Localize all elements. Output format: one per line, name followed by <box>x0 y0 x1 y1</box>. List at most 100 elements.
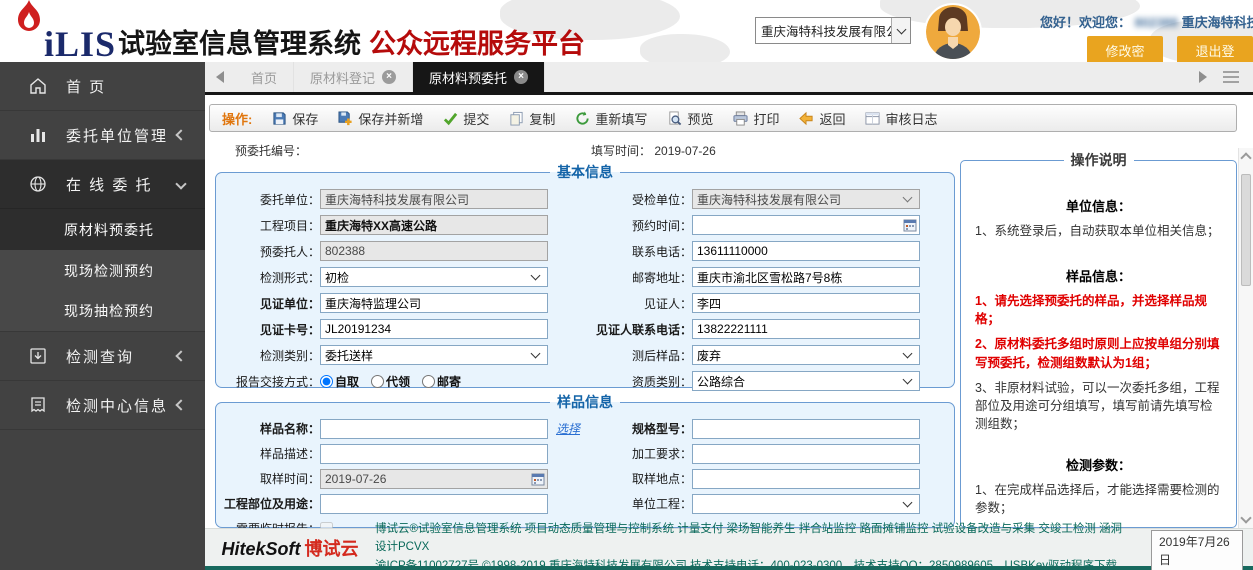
chevron-left-icon <box>175 350 186 361</box>
masked-username: 802388 <box>1135 15 1178 30</box>
logo-text-en: HitekSoft <box>221 539 300 559</box>
close-icon[interactable]: × <box>514 70 528 84</box>
qualification-select[interactable]: 公路综合 <box>692 371 920 391</box>
instruction-item: 2、原材料委托多组时原则上应按单组分别填写预委托，检测组数默认为1组； <box>975 335 1222 371</box>
chevron-down-icon <box>903 349 913 359</box>
sidebar-item-test-center-info[interactable]: 检测中心信息 <box>0 381 205 430</box>
instruction-item: 1、请先选择预委托的样品，并选择样品规格； <box>975 292 1222 328</box>
witness-card-label: 见证卡号： <box>224 321 320 338</box>
logout-button[interactable]: 退出登录 <box>1177 36 1253 62</box>
select-value: 初检 <box>325 269 349 286</box>
date-box: 2019年7月26日 星期五 <box>1151 530 1243 570</box>
tabs-scroll-right-button[interactable] <box>1199 71 1207 83</box>
avatar-image <box>926 5 980 59</box>
radio-self-pickup[interactable]: 自取 <box>320 373 359 390</box>
after-sample-select[interactable]: 废弃 <box>692 345 920 365</box>
sidebar-item-online-commission[interactable]: 在 线 委 托 <box>0 160 205 209</box>
sample-info-section: 样品信息 样品名称： 选择 规格型号： 样品描述： 加工要求： 取样时间： 取样… <box>215 392 955 528</box>
sidebar-item-test-query[interactable]: 检测查询 <box>0 332 205 381</box>
client-unit-field <box>320 189 548 209</box>
contact-phone-field[interactable] <box>692 241 920 261</box>
witness-phone-field[interactable] <box>692 319 920 339</box>
sidebar-item-onsite-test-booking[interactable]: 现场检测预约 <box>0 250 205 291</box>
audit-log-button[interactable]: 审核日志 <box>865 109 937 128</box>
rewrite-button[interactable]: 重新填写 <box>575 109 647 128</box>
copy-button[interactable]: 复制 <box>509 109 555 128</box>
sample-desc-field[interactable] <box>320 444 548 464</box>
tabs-scroll-left-button[interactable] <box>205 62 235 92</box>
footer-line1: 博试云®试验室信息管理系统 项目动态质量管理与控制系统 计量支付 梁场智能养生 … <box>375 520 1133 557</box>
mail-address-field[interactable] <box>692 267 920 287</box>
radio-proxy-pickup[interactable]: 代领 <box>371 373 410 390</box>
button-label: 预览 <box>687 109 713 128</box>
footer: HitekSoft博试云 博试云®试验室信息管理系统 项目动态质量管理与控制系统… <box>205 528 1253 566</box>
witness-card-field[interactable] <box>320 319 548 339</box>
spec-model-field[interactable] <box>692 419 920 439</box>
sidebar-item-label: 在 线 委 托 <box>66 174 153 195</box>
sidebar-item-home[interactable]: 首 页 <box>0 62 205 111</box>
greeting-prefix: 您好！欢迎您： <box>1040 15 1131 30</box>
sidebar-item-onsite-sampling-booking[interactable]: 现场抽检预约 <box>0 291 205 332</box>
back-button[interactable]: 返回 <box>799 109 845 128</box>
sidebar-item-client-unit-mgmt[interactable]: 委托单位管理 <box>0 111 205 160</box>
process-req-field[interactable] <box>692 444 920 464</box>
avatar[interactable] <box>924 3 982 61</box>
calendar-icon[interactable] <box>903 218 917 232</box>
document-icon <box>28 395 48 415</box>
unit-project-select[interactable] <box>692 494 920 514</box>
radio-mail[interactable]: 邮寄 <box>422 373 461 390</box>
witness-field[interactable] <box>692 293 920 313</box>
back-arrow-icon <box>799 111 814 126</box>
test-form-select[interactable]: 初检 <box>320 267 548 287</box>
radio-input[interactable] <box>371 375 384 388</box>
tab-home[interactable]: 首页 <box>235 62 294 92</box>
close-icon[interactable]: × <box>382 70 396 84</box>
sidebar-item-label: 检测中心信息 <box>66 395 168 416</box>
sidebar-item-label: 首 页 <box>66 76 106 97</box>
sample-choose-link[interactable]: 选择 <box>556 420 580 437</box>
org-select[interactable]: 重庆海特科技发展有限公司 <box>755 17 911 44</box>
spec-model-label: 规格型号： <box>580 420 692 437</box>
save-and-new-button[interactable]: 保存并新增 <box>338 109 423 128</box>
appoint-time-field[interactable] <box>692 215 920 235</box>
print-button[interactable]: 打印 <box>733 109 779 128</box>
sidebar-item-label: 检测查询 <box>66 346 134 367</box>
basic-info-legend: 基本信息 <box>550 162 620 182</box>
preview-button[interactable]: 预览 <box>667 109 713 128</box>
test-form-label: 检测形式： <box>224 269 320 286</box>
chevron-down-icon <box>175 178 186 189</box>
company-name: 重庆海特科技 <box>1182 15 1253 30</box>
basic-info-section: 基本信息 委托单位： 受检单位： 重庆海特科技发展有限公司 工程项目： 预约时间… <box>215 162 955 388</box>
calendar-icon[interactable] <box>531 472 545 486</box>
scrollbar-thumb[interactable] <box>1241 174 1251 286</box>
scroll-up-icon[interactable] <box>1240 152 1251 163</box>
content-scrollbar[interactable] <box>1238 148 1253 528</box>
project-part-field[interactable] <box>320 494 548 514</box>
world-map-decoration <box>640 34 730 62</box>
save-button[interactable]: 保存 <box>272 109 318 128</box>
fill-time-value: 2019-07-26 <box>654 144 715 158</box>
pre-client-field <box>320 241 548 261</box>
sample-name-field[interactable] <box>320 419 548 439</box>
sampling-time-field[interactable] <box>320 469 548 489</box>
witness-unit-field[interactable] <box>320 293 548 313</box>
tab-list-icon[interactable] <box>1223 71 1239 83</box>
tab-raw-material-precommission[interactable]: 原材料预委托 × <box>413 62 545 92</box>
sidebar-item-raw-material-precommission[interactable]: 原材料预委托 <box>0 209 205 250</box>
test-category-select[interactable]: 委托送样 <box>320 345 548 365</box>
select-value: 公路综合 <box>697 373 745 390</box>
radio-input[interactable] <box>320 375 333 388</box>
log-icon <box>865 111 880 126</box>
chevron-down-icon <box>903 375 913 385</box>
change-password-button[interactable]: 修改密码 <box>1087 36 1163 62</box>
submit-button[interactable]: 提交 <box>443 109 489 128</box>
radio-input[interactable] <box>422 375 435 388</box>
sampling-place-field[interactable] <box>692 469 920 489</box>
button-label: 保存并新增 <box>358 109 423 128</box>
chevron-down-icon[interactable] <box>891 18 910 43</box>
radio-label: 邮寄 <box>437 373 461 390</box>
tab-raw-material-register[interactable]: 原材料登记 × <box>294 62 413 92</box>
inspected-unit-label: 受检单位： <box>580 191 692 208</box>
sampling-time-label: 取样时间： <box>224 470 320 487</box>
chevron-down-icon <box>903 497 913 507</box>
